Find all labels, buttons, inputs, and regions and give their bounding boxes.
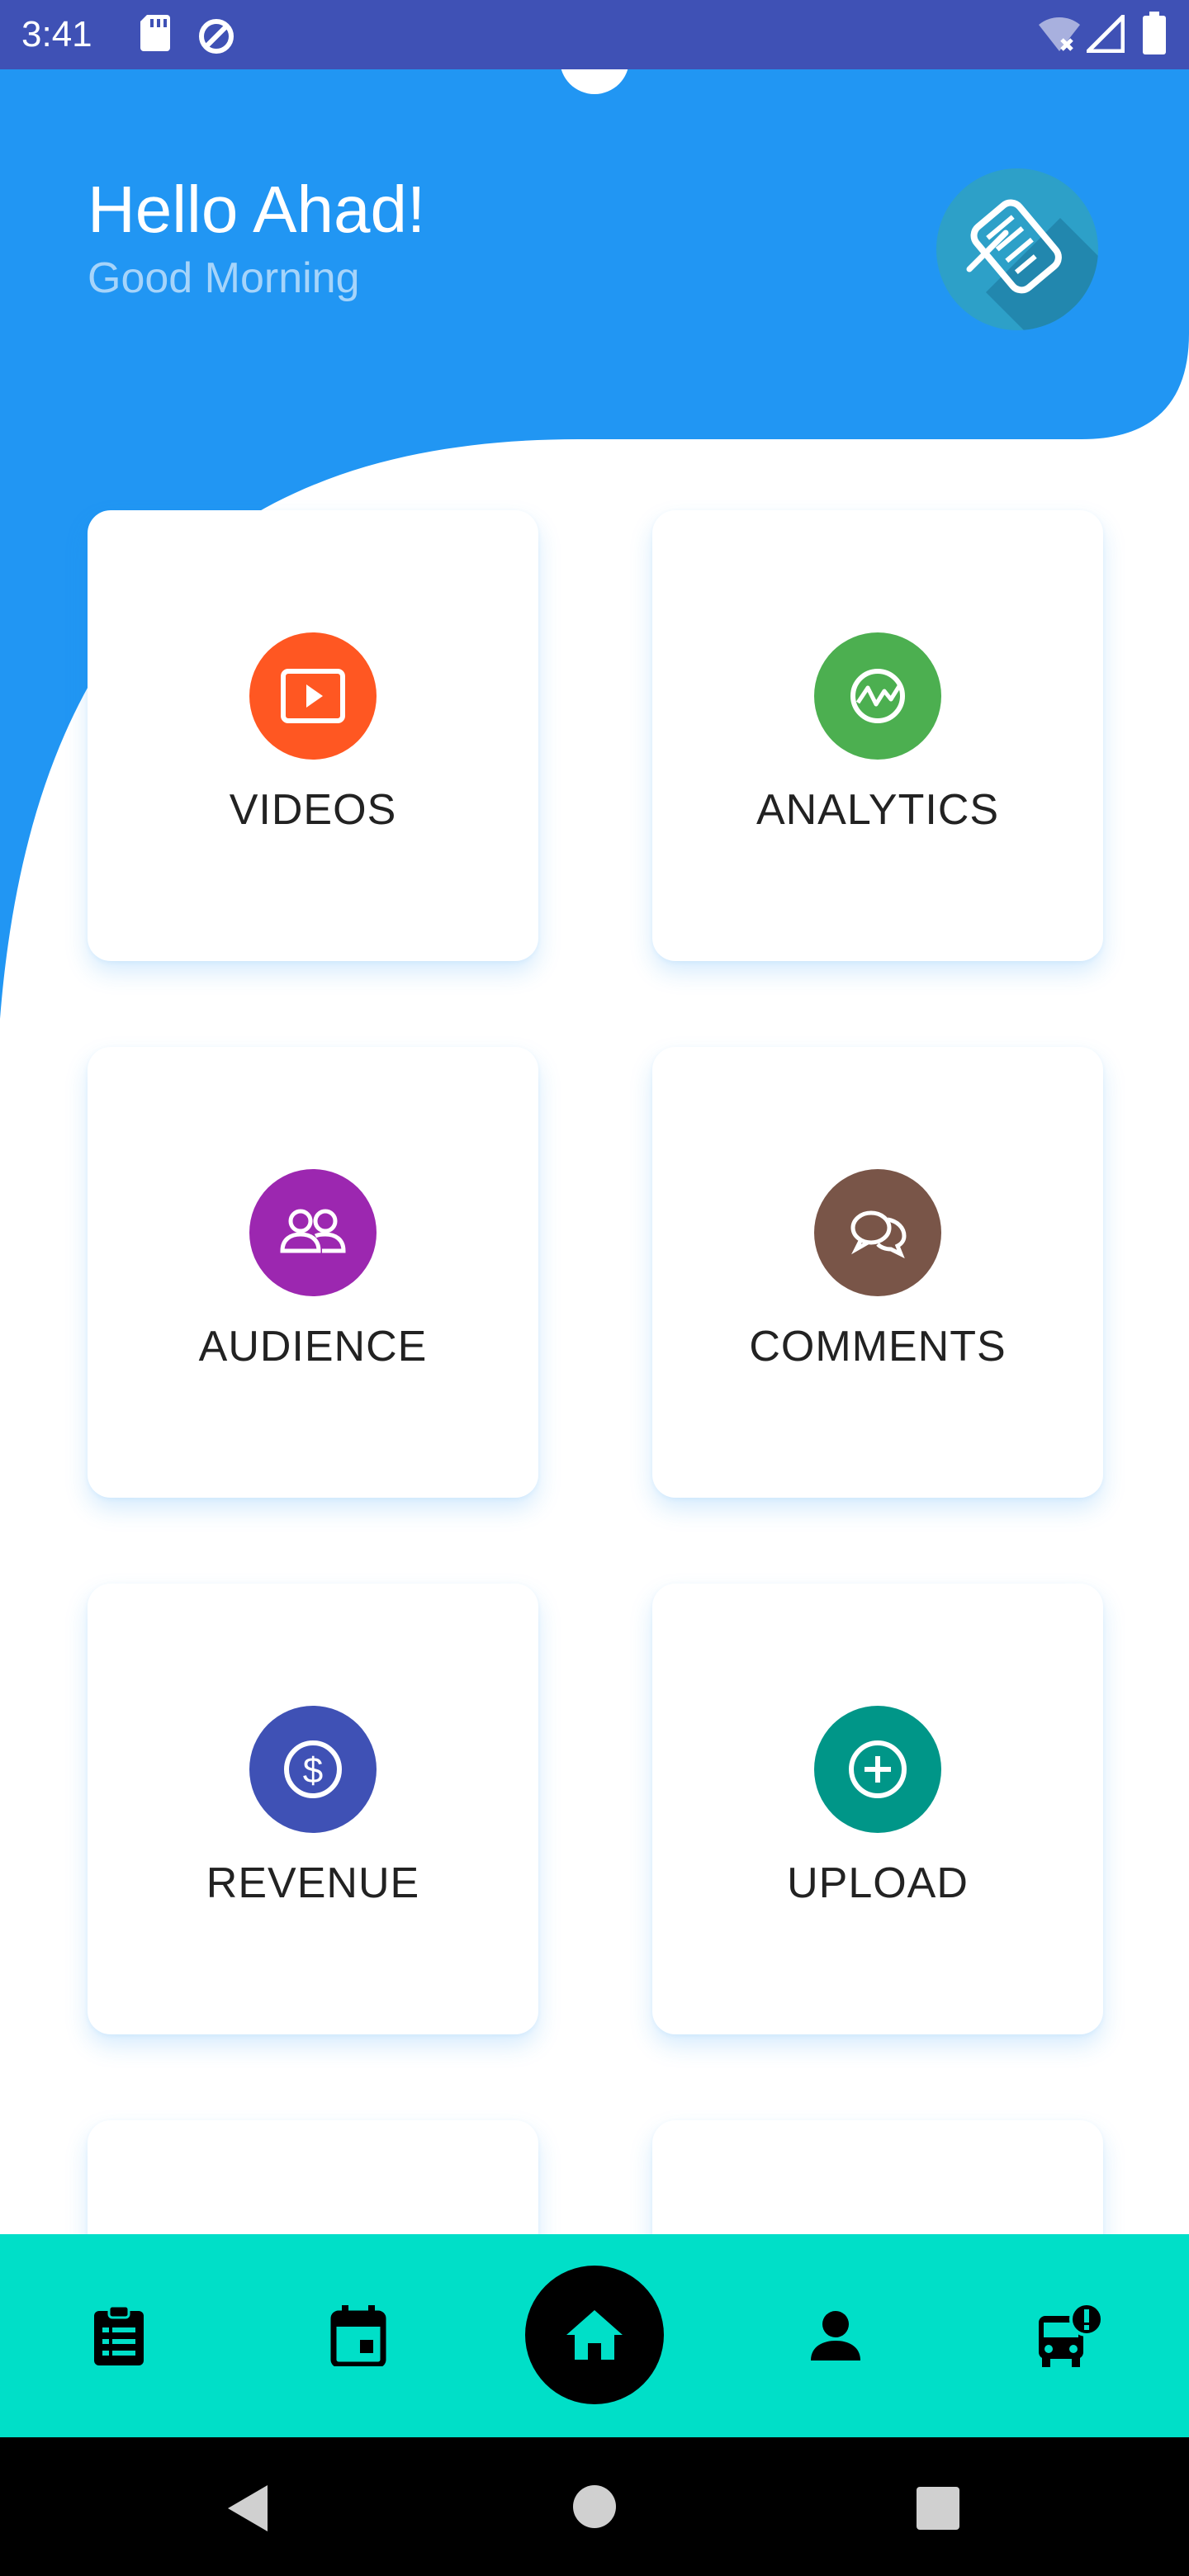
card-videos[interactable]: VIDEOS (88, 510, 538, 961)
greeting-subtitle: Good Morning (88, 254, 360, 302)
nav-home[interactable] (525, 2266, 664, 2404)
home-circle-icon[interactable] (573, 2485, 616, 2528)
home-icon (566, 2310, 623, 2360)
svg-text:$: $ (303, 1750, 323, 1791)
analytics-chart-icon (814, 632, 941, 760)
system-navigation-bar (0, 2437, 1189, 2576)
card-revenue[interactable]: $ REVENUE (88, 1584, 538, 2034)
chat-bubbles-icon (814, 1169, 941, 1296)
signal-icon (1087, 15, 1125, 53)
app-logo[interactable] (936, 168, 1098, 330)
card-analytics[interactable]: ANALYTICS (652, 510, 1103, 961)
card-label: VIDEOS (229, 786, 397, 834)
sync-icon (199, 19, 234, 54)
people-icon (249, 1169, 377, 1296)
card-label: AUDIENCE (198, 1323, 428, 1371)
nav-bus-alert[interactable] (1029, 2234, 1111, 2437)
greeting-title: Hello Ahad! (88, 173, 426, 246)
bus-alert-icon (1039, 2303, 1104, 2367)
nav-calendar[interactable] (319, 2234, 398, 2437)
clipboard-icon (94, 2304, 144, 2365)
wifi-off-icon (1039, 17, 1080, 51)
status-bar: 3:41 (0, 0, 1189, 69)
card-audience[interactable]: AUDIENCE (88, 1047, 538, 1498)
nav-clipboard[interactable] (79, 2234, 159, 2437)
dollar-icon: $ (249, 1706, 377, 1833)
card-label: ANALYTICS (756, 786, 1000, 834)
bottom-navigation (0, 2234, 1189, 2437)
calendar-icon (330, 2305, 386, 2366)
person-icon (811, 2311, 860, 2361)
card-label: COMMENTS (749, 1323, 1007, 1371)
recents-icon[interactable] (917, 2487, 959, 2530)
card-label: REVENUE (206, 1859, 420, 1907)
notebook-pencil-icon (966, 199, 1098, 330)
card-label: UPLOAD (787, 1859, 969, 1907)
sd-card-icon (140, 15, 170, 51)
video-play-icon (249, 632, 377, 760)
card-comments[interactable]: COMMENTS (652, 1047, 1103, 1498)
card-upload[interactable]: UPLOAD (652, 1584, 1103, 2034)
plus-circle-icon (814, 1706, 941, 1833)
status-time: 3:41 (21, 14, 92, 54)
nav-profile[interactable] (796, 2234, 875, 2437)
back-icon[interactable] (225, 2484, 271, 2533)
battery-icon (1143, 12, 1166, 54)
